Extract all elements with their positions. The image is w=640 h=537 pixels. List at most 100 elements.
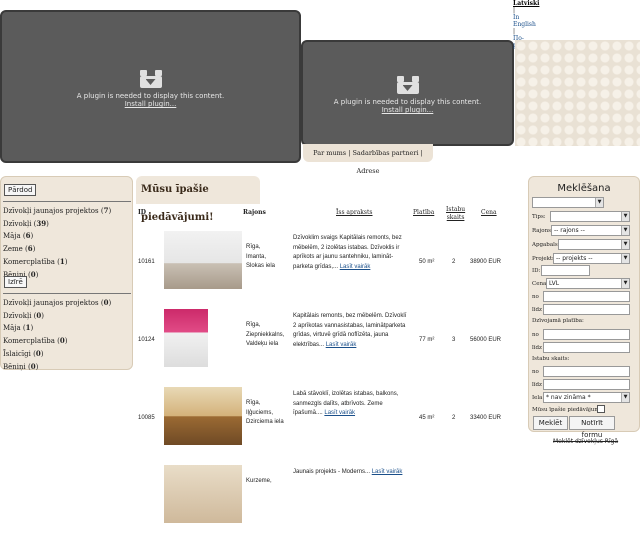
area-to-label: līdz [532, 345, 542, 351]
menu-item[interactable]: Māja (1) [3, 322, 111, 335]
footer-link[interactable]: Meklēt dzīvokļus Rīgā [553, 438, 618, 445]
property-photo[interactable] [164, 387, 242, 445]
property-photo[interactable] [164, 465, 242, 523]
price-label: Cena [532, 281, 547, 287]
install-plugin-link[interactable]: Install plugin... [303, 106, 512, 114]
read-more-link[interactable]: Lasīt vairāk [372, 469, 403, 475]
menu-item[interactable]: Komercplatība (0) [3, 335, 111, 348]
district-select[interactable]: -- rajons -- ▼ [551, 225, 630, 236]
area-from-input[interactable] [543, 329, 630, 340]
search-panel: Meklēšana ▼ Tips: ▼ Rajons: -- rajons --… [528, 176, 640, 439]
description-text: Jaunais projekts - Moderns... [293, 469, 371, 475]
area-to-input[interactable] [543, 342, 630, 353]
subdistrict-label: Apgabals: [532, 242, 560, 248]
plugin-placeholder-right[interactable]: A plugin is needed to display this conte… [301, 40, 514, 146]
menu-item-label: Dzīvokļi jaunajos projektos [3, 299, 99, 307]
row-district: Rīga, Imanta, Slokas iela [246, 243, 296, 272]
row-price: 38900 EUR [470, 259, 502, 265]
col-header-area[interactable]: Platība [413, 209, 434, 216]
rent-menu: Dzīvokļi jaunajos projektos (0) Dzīvokļi … [3, 297, 111, 373]
install-plugin-link[interactable]: Install plugin... [2, 100, 299, 108]
menu-item[interactable]: Īslaicīgi (0) [3, 348, 111, 361]
menu-item[interactable]: Zeme (6) [3, 243, 111, 256]
special-offers: Mūsu īpašie piedāvājumi! ID Rajons Īss a… [136, 176, 524, 523]
rooms-to-label: līdz [532, 382, 542, 388]
project-select[interactable]: -- projekts -- ▼ [553, 253, 630, 264]
top-nav-links[interactable]: Par mums | Sadarbības partneri | Adrese [313, 149, 423, 175]
price-to-input[interactable] [543, 304, 630, 315]
lang-separator: | [513, 28, 516, 35]
subdistrict-select[interactable]: ▼ [558, 239, 630, 250]
chevron-down-icon: ▼ [621, 240, 629, 249]
price-from-input[interactable] [543, 291, 630, 302]
menu-item-label: Dzīvokļi [3, 311, 32, 320]
district-line: Kurzeme, [246, 478, 272, 484]
rooms-to-input[interactable] [543, 379, 630, 390]
chevron-down-icon: ▼ [621, 254, 629, 263]
page-title: Mūsu īpašie piedāvājumi! [136, 176, 260, 223]
district-line: Imanta, [246, 253, 267, 260]
chevron-down-icon: ▼ [621, 393, 629, 402]
type-select[interactable]: ▼ [550, 211, 630, 222]
divider [3, 201, 131, 202]
row-description: Kapitālais remonts, bez mēbelēm. Dzīvokl… [293, 312, 411, 350]
chevron-down-icon: ▼ [621, 226, 629, 235]
menu-item-count: 0 [30, 269, 36, 279]
menu-item-label: Bēniņi [3, 362, 26, 371]
special-offers-checkbox[interactable] [597, 405, 605, 413]
street-select[interactable]: * nav zināma * ▼ [543, 392, 630, 403]
id-input[interactable] [541, 265, 590, 276]
project-select-value: -- projekts -- [556, 255, 593, 262]
chevron-down-icon: ▼ [621, 212, 629, 221]
lang-latvian-link[interactable]: Latviski [513, 0, 543, 7]
read-more-link[interactable]: Lasīt vairāk [340, 264, 371, 270]
table-row: 10085 Rīga, Iļģuciems, Dzirciema iela Labā s… [136, 387, 508, 459]
rooms-label: Istabu skaits: [532, 356, 570, 362]
plugin-placeholder-left[interactable]: A plugin is needed to display this conte… [0, 10, 301, 163]
menu-item-count: 0 [35, 348, 41, 358]
clear-form-button[interactable]: Notīrīt formu [569, 416, 615, 439]
row-area: 45 m² [419, 415, 435, 421]
decorative-pattern [515, 40, 640, 146]
menu-item[interactable]: Dzīvokļi (39) [3, 218, 111, 231]
col-header-district: Rajons [243, 209, 266, 216]
rooms-from-input[interactable] [543, 366, 630, 377]
menu-item[interactable]: Bēniņi (0) [3, 361, 111, 374]
price-from-label: no [532, 294, 539, 300]
search-button[interactable]: Meklēt [533, 416, 568, 430]
special-offers-label: Mūsu īpašie piedāvājumi: [532, 407, 604, 413]
col-header-rooms[interactable]: Istabu skaits [446, 206, 465, 222]
read-more-link[interactable]: Lasīt vairāk [326, 342, 357, 348]
district-line: Iļģuciems, [246, 409, 274, 416]
rooms-header-line2: skaits [446, 214, 465, 221]
chevron-down-icon: ▼ [595, 198, 603, 207]
read-more-link[interactable]: Lasīt vairāk [324, 410, 355, 416]
menu-item-label: Māja [3, 324, 21, 333]
district-line: Valdeķu iela [246, 341, 279, 347]
menu-item-label: Komercplatība [3, 337, 55, 346]
row-district: Rīga, Iļģuciems, Dzirciema iela [246, 399, 296, 428]
lang-english-link[interactable]: In English [513, 14, 543, 28]
district-label: Rajons: [532, 228, 553, 234]
menu-item[interactable]: Dzīvokļi (0) [3, 310, 111, 323]
tab-sell[interactable]: Pārdod [4, 184, 37, 196]
menu-item-count: 0 [59, 336, 65, 346]
category-select[interactable]: ▼ [532, 197, 604, 208]
menu-item[interactable]: Dzīvokļi jaunajos projektos (7) [3, 205, 111, 218]
menu-item[interactable]: Komercplatība (1) [3, 256, 111, 269]
district-line: Rīga, [246, 322, 261, 328]
currency-select[interactable]: LVL ▼ [546, 278, 630, 289]
property-photo[interactable] [164, 231, 242, 289]
col-header-price[interactable]: Cena [481, 209, 497, 216]
district-select-value: -- rajons -- [554, 227, 585, 234]
col-header-description[interactable]: Īss apraksts [336, 209, 373, 216]
district-line: Ziepniekkalns, [246, 331, 285, 338]
menu-item[interactable]: Dzīvokļi jaunajos projektos (0) [3, 297, 111, 310]
lang-separator: | [513, 7, 516, 14]
property-photo[interactable] [164, 309, 208, 367]
menu-item[interactable]: Māja (6) [3, 230, 111, 243]
chevron-down-icon: ▼ [621, 279, 629, 288]
row-id: 10161 [138, 259, 155, 265]
plugin-message: A plugin is needed to display this conte… [333, 98, 482, 106]
tab-rent[interactable]: Izīrē [4, 276, 27, 288]
